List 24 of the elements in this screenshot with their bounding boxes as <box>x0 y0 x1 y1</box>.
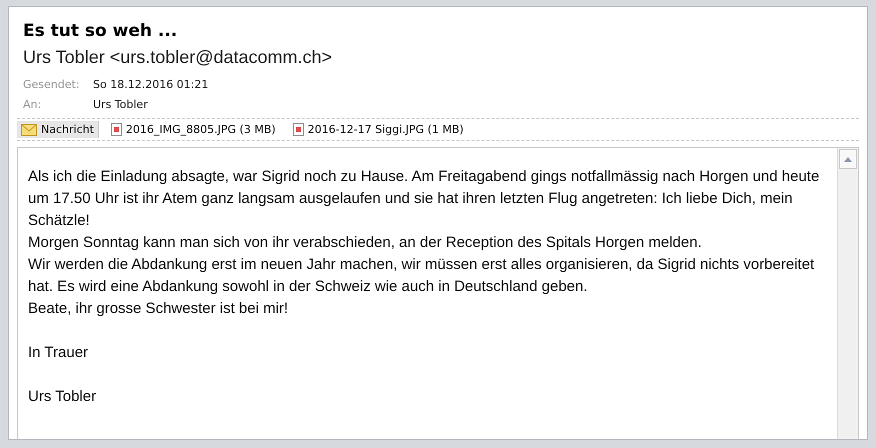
scrollbar[interactable] <box>837 148 858 439</box>
attachment-item[interactable]: 2016-12-17 Siggi.JPG (1 MB) <box>288 121 469 138</box>
message-subject: Es tut so weh ... <box>23 21 178 41</box>
field-label: Gesendet: <box>23 78 81 90</box>
attachment-item[interactable]: 2016_IMG_8805.JPG (3 MB) <box>106 121 281 138</box>
image-file-icon <box>110 123 122 136</box>
attachment-label: Nachricht <box>41 123 94 136</box>
up-arrow-icon <box>844 156 852 162</box>
sender: Urs Tobler <urs.tobler@datacomm.ch> <box>23 47 334 68</box>
body-text: Morgen Sonntag kann man sich von ihr verabschieden, an der Reception des Spitals Horgen melden. <box>28 233 703 253</box>
envelope-icon <box>21 124 37 136</box>
body-text: Beate, ihr grosse Schwester ist bei mir! <box>28 299 290 319</box>
attachment-label: 2016-12-17 Siggi.JPG (1 MB) <box>308 123 464 136</box>
scroll-up-button[interactable] <box>839 149 857 169</box>
body-text: Wir werden die Abdankung erst im neuen Jahr machen, wir müssen erst alles organisieren, da Sigrid nichts vorbereitet hat. Es wird eine Abdankung sowohl in der Schweiz wie auch in Deutschland geben. <box>28 255 816 297</box>
body-text: Als ich die Einladung absagte, war Sigrid noch zu Hause. Am Freitagabend gings notfallmässig nach Horgen und heute um 17.50 Uhr ist ihr Atem ganz langsam ausgelaufen und sie hat ihren letzten Flug angetreten: Ich liebe Dich, mein Schätzle! <box>28 167 820 231</box>
field-value: So 18.12.2016 01:21 <box>93 78 208 90</box>
field-label: An: <box>23 98 42 110</box>
signature-text: Urs Tobler <box>28 387 98 407</box>
field-value: Urs Tobler <box>93 98 148 110</box>
closing-text: In Trauer <box>28 343 90 363</box>
message-tab[interactable]: Nachricht <box>17 121 99 138</box>
attachment-label: 2016_IMG_8805.JPG (3 MB) <box>126 123 276 136</box>
image-file-icon <box>292 123 304 136</box>
